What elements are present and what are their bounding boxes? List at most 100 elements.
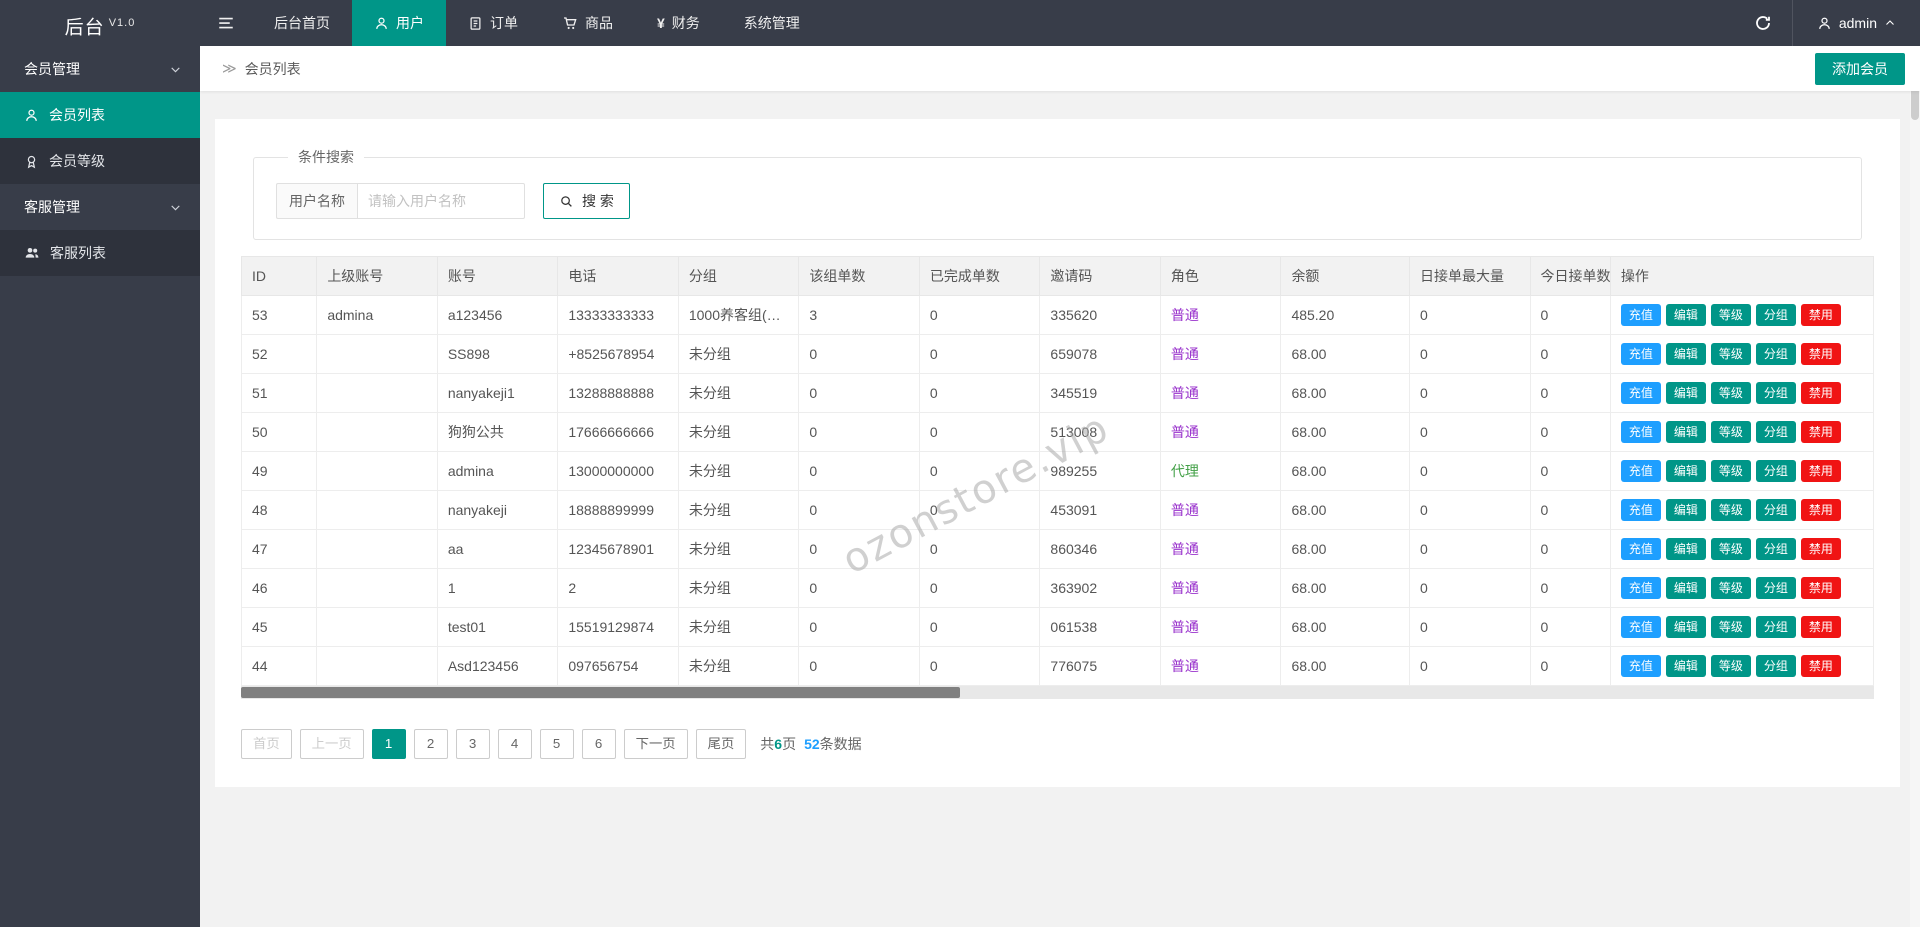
cell-role: 普通 <box>1159 568 1282 608</box>
recharge-button[interactable]: 充值 <box>1620 654 1661 678</box>
pagination: 首页 上一页 1 2 3 4 5 6 下一页 尾页 共6页 52条数据 <box>241 729 1874 759</box>
group-button[interactable]: 分组 <box>1755 498 1796 522</box>
level-button[interactable]: 等级 <box>1710 537 1751 561</box>
cell-parent-account <box>316 568 438 608</box>
page-5-button[interactable]: 5 <box>539 729 574 759</box>
nav-item-finance[interactable]: ¥ 财务 <box>635 0 722 46</box>
cell-balance: 485.20 <box>1280 295 1410 335</box>
refresh-icon <box>1754 14 1772 32</box>
sidebar-item-member-list[interactable]: 会员列表 <box>0 92 200 138</box>
disable-button[interactable]: 禁用 <box>1800 654 1841 678</box>
cell-account: admina <box>436 451 559 491</box>
recharge-button[interactable]: 充值 <box>1620 576 1661 600</box>
recharge-button[interactable]: 充值 <box>1620 303 1661 327</box>
horizontal-scrollbar[interactable] <box>241 686 1874 699</box>
sidebar-group-member-management[interactable]: 会员管理 <box>0 46 200 92</box>
disable-button[interactable]: 禁用 <box>1800 459 1841 483</box>
cell-today-orders: 0 <box>1529 295 1611 335</box>
level-button[interactable]: 等级 <box>1710 381 1751 405</box>
disable-button[interactable]: 禁用 <box>1800 303 1841 327</box>
cell-actions: 充值 编辑 等级 分组 禁用 <box>1609 568 1875 608</box>
edit-button[interactable]: 编辑 <box>1665 537 1706 561</box>
page-last-button[interactable]: 尾页 <box>695 729 747 759</box>
sidebar-item-service-list[interactable]: 客服列表 <box>0 230 200 276</box>
group-button[interactable]: 分组 <box>1755 537 1796 561</box>
group-button[interactable]: 分组 <box>1755 303 1796 327</box>
edit-button[interactable]: 编辑 <box>1665 498 1706 522</box>
sidebar-item-member-level[interactable]: 会员等级 <box>0 138 200 184</box>
nav-item-system[interactable]: 系统管理 <box>722 0 822 46</box>
recharge-button[interactable]: 充值 <box>1620 498 1661 522</box>
cell-balance: 68.00 <box>1280 373 1410 413</box>
role-badge: 普通 <box>1170 502 1199 518</box>
level-button[interactable]: 等级 <box>1710 576 1751 600</box>
edit-button[interactable]: 编辑 <box>1665 342 1706 366</box>
nav-item-orders[interactable]: 订单 <box>446 0 540 46</box>
column-header: 邀请码 <box>1039 256 1161 296</box>
horizontal-scrollbar-thumb[interactable] <box>241 687 960 698</box>
refresh-button[interactable] <box>1735 0 1793 46</box>
recharge-button[interactable]: 充值 <box>1620 537 1661 561</box>
group-button[interactable]: 分组 <box>1755 459 1796 483</box>
recharge-button[interactable]: 充值 <box>1620 420 1661 444</box>
user-name: admin <box>1838 15 1877 31</box>
level-button[interactable]: 等级 <box>1710 498 1751 522</box>
edit-button[interactable]: 编辑 <box>1665 459 1706 483</box>
edit-button[interactable]: 编辑 <box>1665 303 1706 327</box>
page-next-button[interactable]: 下一页 <box>623 729 688 759</box>
disable-button[interactable]: 禁用 <box>1800 342 1841 366</box>
cell-daily-max: 0 <box>1408 607 1531 647</box>
disable-button[interactable]: 禁用 <box>1800 615 1841 639</box>
search-button[interactable]: 搜 索 <box>543 183 630 219</box>
column-header: 今日接单数 <box>1529 256 1611 296</box>
disable-button[interactable]: 禁用 <box>1800 381 1841 405</box>
level-button[interactable]: 等级 <box>1710 303 1751 327</box>
level-button[interactable]: 等级 <box>1710 420 1751 444</box>
nav-item-goods[interactable]: 商品 <box>540 0 635 46</box>
vertical-scrollbar[interactable] <box>1910 46 1920 927</box>
edit-button[interactable]: 编辑 <box>1665 420 1706 444</box>
page-6-button[interactable]: 6 <box>581 729 616 759</box>
edit-button[interactable]: 编辑 <box>1665 576 1706 600</box>
cell-today-orders: 0 <box>1529 646 1611 686</box>
edit-button[interactable]: 编辑 <box>1665 615 1706 639</box>
disable-button[interactable]: 禁用 <box>1800 576 1841 600</box>
cell-completed-orders: 0 <box>918 490 1041 530</box>
level-button[interactable]: 等级 <box>1710 615 1751 639</box>
edit-button[interactable]: 编辑 <box>1665 381 1706 405</box>
add-member-button[interactable]: 添加会员 <box>1815 52 1905 85</box>
level-button[interactable]: 等级 <box>1710 459 1751 483</box>
sidebar-toggle-button[interactable] <box>200 0 252 46</box>
level-button[interactable]: 等级 <box>1710 342 1751 366</box>
user-menu[interactable]: admin <box>1793 0 1920 46</box>
group-button[interactable]: 分组 <box>1755 654 1796 678</box>
recharge-button[interactable]: 充值 <box>1620 615 1661 639</box>
disable-button[interactable]: 禁用 <box>1800 420 1841 444</box>
page-3-button[interactable]: 3 <box>455 729 490 759</box>
nav-item-users[interactable]: 用户 <box>352 0 446 46</box>
group-button[interactable]: 分组 <box>1755 420 1796 444</box>
username-input[interactable] <box>357 183 525 219</box>
cell-invite-code: 345519 <box>1039 373 1161 413</box>
disable-button[interactable]: 禁用 <box>1800 498 1841 522</box>
edit-button[interactable]: 编辑 <box>1665 654 1706 678</box>
recharge-button[interactable]: 充值 <box>1620 342 1661 366</box>
cell-balance: 68.00 <box>1280 607 1410 647</box>
page-2-button[interactable]: 2 <box>413 729 448 759</box>
group-button[interactable]: 分组 <box>1755 576 1796 600</box>
cell-actions: 充值 编辑 等级 分组 禁用 <box>1609 373 1875 413</box>
cell-daily-max: 0 <box>1408 373 1531 413</box>
column-header: 分组 <box>677 256 800 296</box>
group-button[interactable]: 分组 <box>1755 381 1796 405</box>
disable-button[interactable]: 禁用 <box>1800 537 1841 561</box>
column-header: 上级账号 <box>316 256 438 296</box>
nav-item-home[interactable]: 后台首页 <box>252 0 352 46</box>
page-1-button[interactable]: 1 <box>371 729 406 759</box>
group-button[interactable]: 分组 <box>1755 615 1796 639</box>
level-button[interactable]: 等级 <box>1710 654 1751 678</box>
page-4-button[interactable]: 4 <box>497 729 532 759</box>
recharge-button[interactable]: 充值 <box>1620 459 1661 483</box>
recharge-button[interactable]: 充值 <box>1620 381 1661 405</box>
group-button[interactable]: 分组 <box>1755 342 1796 366</box>
sidebar-group-service-management[interactable]: 客服管理 <box>0 184 200 230</box>
